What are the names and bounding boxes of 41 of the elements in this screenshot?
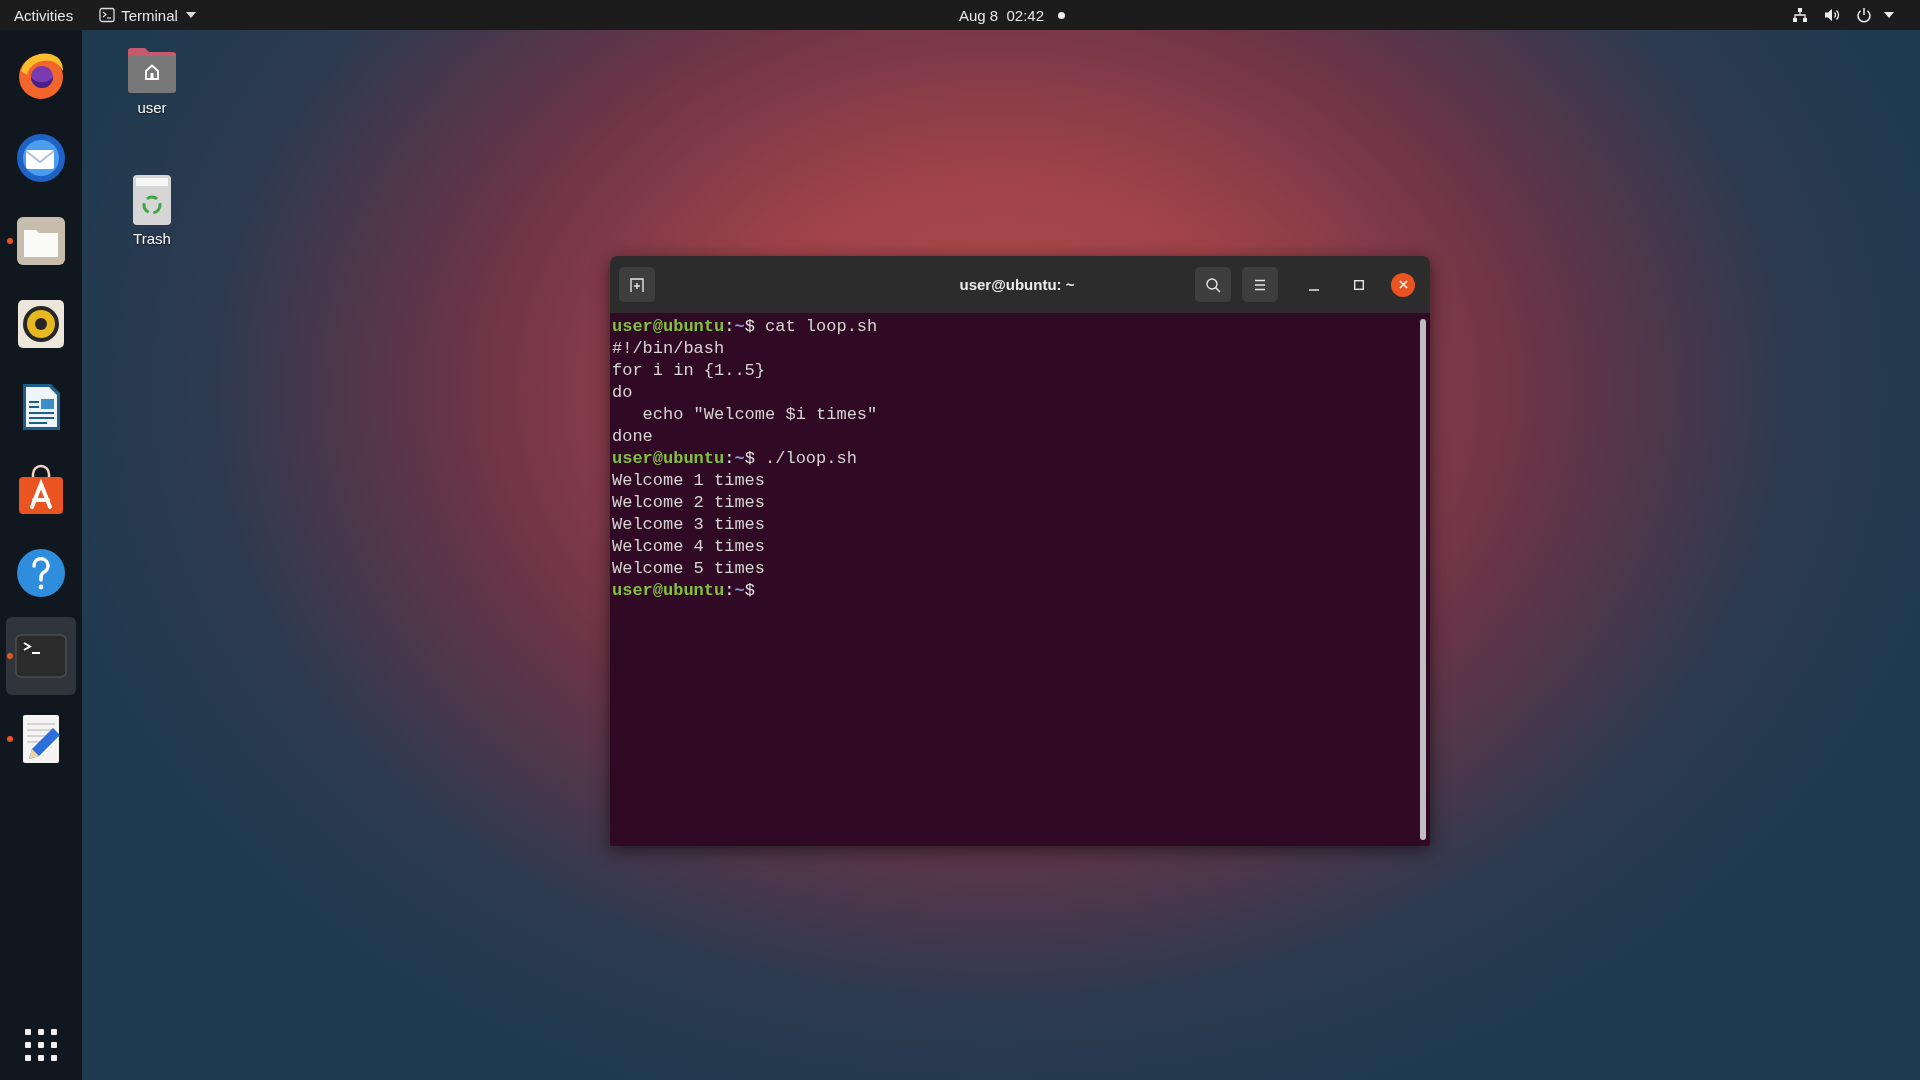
app-menu[interactable]: Terminal xyxy=(95,0,200,30)
new-tab-button[interactable] xyxy=(619,267,655,302)
trash-icon xyxy=(132,174,172,226)
speaker-icon xyxy=(15,298,67,350)
envelope-icon xyxy=(15,132,67,184)
output-line: Welcome 3 times xyxy=(612,514,766,536)
search-icon xyxy=(1205,276,1221,293)
menu-button[interactable] xyxy=(1242,267,1278,302)
output-line: do xyxy=(612,382,633,404)
terminal-icon xyxy=(99,7,116,23)
new-tab-icon xyxy=(629,276,645,293)
prompt-line: user@ubuntu:~$ xyxy=(612,580,756,602)
output-line: #!/bin/bash xyxy=(612,338,725,360)
prompt-line: user@ubuntu:~$ cat loop.sh xyxy=(612,316,878,338)
question-mark-icon xyxy=(15,547,67,599)
window-title: user@ubuntu: ~ xyxy=(959,276,1075,293)
volume-icon xyxy=(1824,7,1840,23)
close-button[interactable] xyxy=(1391,272,1415,297)
folder-icon xyxy=(15,215,67,267)
maximize-icon xyxy=(1354,279,1364,290)
output-line: Welcome 2 times xyxy=(612,492,766,514)
minimize-icon xyxy=(1309,288,1319,291)
caret-icon xyxy=(1884,12,1894,18)
activities-button[interactable]: Activities xyxy=(0,0,84,30)
output-line: Welcome 5 times xyxy=(612,558,766,580)
output-line: echo "Welcome $i times" xyxy=(641,404,878,426)
scrollbar-thumb[interactable] xyxy=(1420,319,1426,840)
network-icon xyxy=(1792,7,1808,23)
output-line: Welcome 1 times xyxy=(612,470,766,492)
desktop-shortcut[interactable]: Trash xyxy=(107,174,197,248)
search-button[interactable] xyxy=(1195,267,1231,302)
power-icon xyxy=(1856,7,1872,23)
output-line: Welcome 4 times xyxy=(612,536,766,558)
output-line: done xyxy=(612,426,653,448)
prompt-line: user@ubuntu:~$ ./loop.sh xyxy=(612,448,857,470)
clock[interactable]: Aug 8 02:42 xyxy=(944,0,1076,30)
grid-icon xyxy=(25,1029,57,1061)
desktop-shortcut[interactable]: user xyxy=(107,43,197,117)
caret-icon xyxy=(185,12,196,18)
output-line: for i in {1..5} xyxy=(612,360,766,382)
close-icon xyxy=(1398,280,1408,289)
